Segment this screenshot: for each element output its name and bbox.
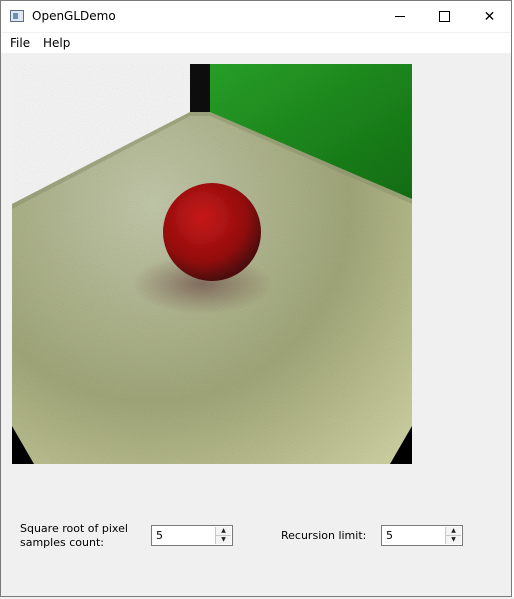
minimize-button[interactable]: [377, 1, 422, 32]
samples-increment-button[interactable]: ▲: [216, 527, 231, 536]
arrow-down-icon: ▼: [451, 536, 456, 543]
back-corner: [190, 64, 210, 112]
maximize-button[interactable]: [422, 1, 467, 32]
samples-label-line2: samples count:: [20, 536, 104, 549]
recursion-spinbox[interactable]: 5 ▲ ▼: [381, 525, 463, 546]
recursion-label: Recursion limit:: [281, 529, 367, 542]
recursion-decrement-button[interactable]: ▼: [446, 536, 461, 544]
samples-value[interactable]: 5: [156, 529, 163, 542]
rendered-scene: [12, 64, 412, 464]
red-sphere: [163, 183, 261, 281]
main-window: OpenGLDemo ✕ File Help Square root of pi…: [0, 0, 512, 597]
menu-bar: File Help: [1, 33, 511, 53]
maximize-icon: [439, 11, 450, 22]
app-window-icon: [10, 10, 24, 22]
arrow-up-icon: ▲: [221, 527, 226, 534]
samples-label: Square root of pixel samples count:: [20, 522, 128, 550]
arrow-up-icon: ▲: [451, 527, 456, 534]
samples-decrement-button[interactable]: ▼: [216, 536, 231, 544]
recursion-increment-button[interactable]: ▲: [446, 527, 461, 536]
render-viewport[interactable]: [12, 64, 412, 464]
recursion-value[interactable]: 5: [386, 529, 393, 542]
arrow-down-icon: ▼: [221, 536, 226, 543]
close-button[interactable]: ✕: [467, 1, 512, 32]
window-title: OpenGLDemo: [32, 9, 116, 23]
recursion-stepper[interactable]: ▲ ▼: [445, 527, 461, 544]
samples-spinbox[interactable]: 5 ▲ ▼: [151, 525, 233, 546]
title-bar[interactable]: OpenGLDemo ✕: [1, 1, 511, 32]
close-icon: ✕: [483, 8, 496, 25]
menu-help[interactable]: Help: [43, 36, 70, 50]
samples-label-line1: Square root of pixel: [20, 522, 128, 535]
minimize-icon: [394, 16, 405, 17]
samples-stepper[interactable]: ▲ ▼: [215, 527, 231, 544]
menu-file[interactable]: File: [10, 36, 30, 50]
